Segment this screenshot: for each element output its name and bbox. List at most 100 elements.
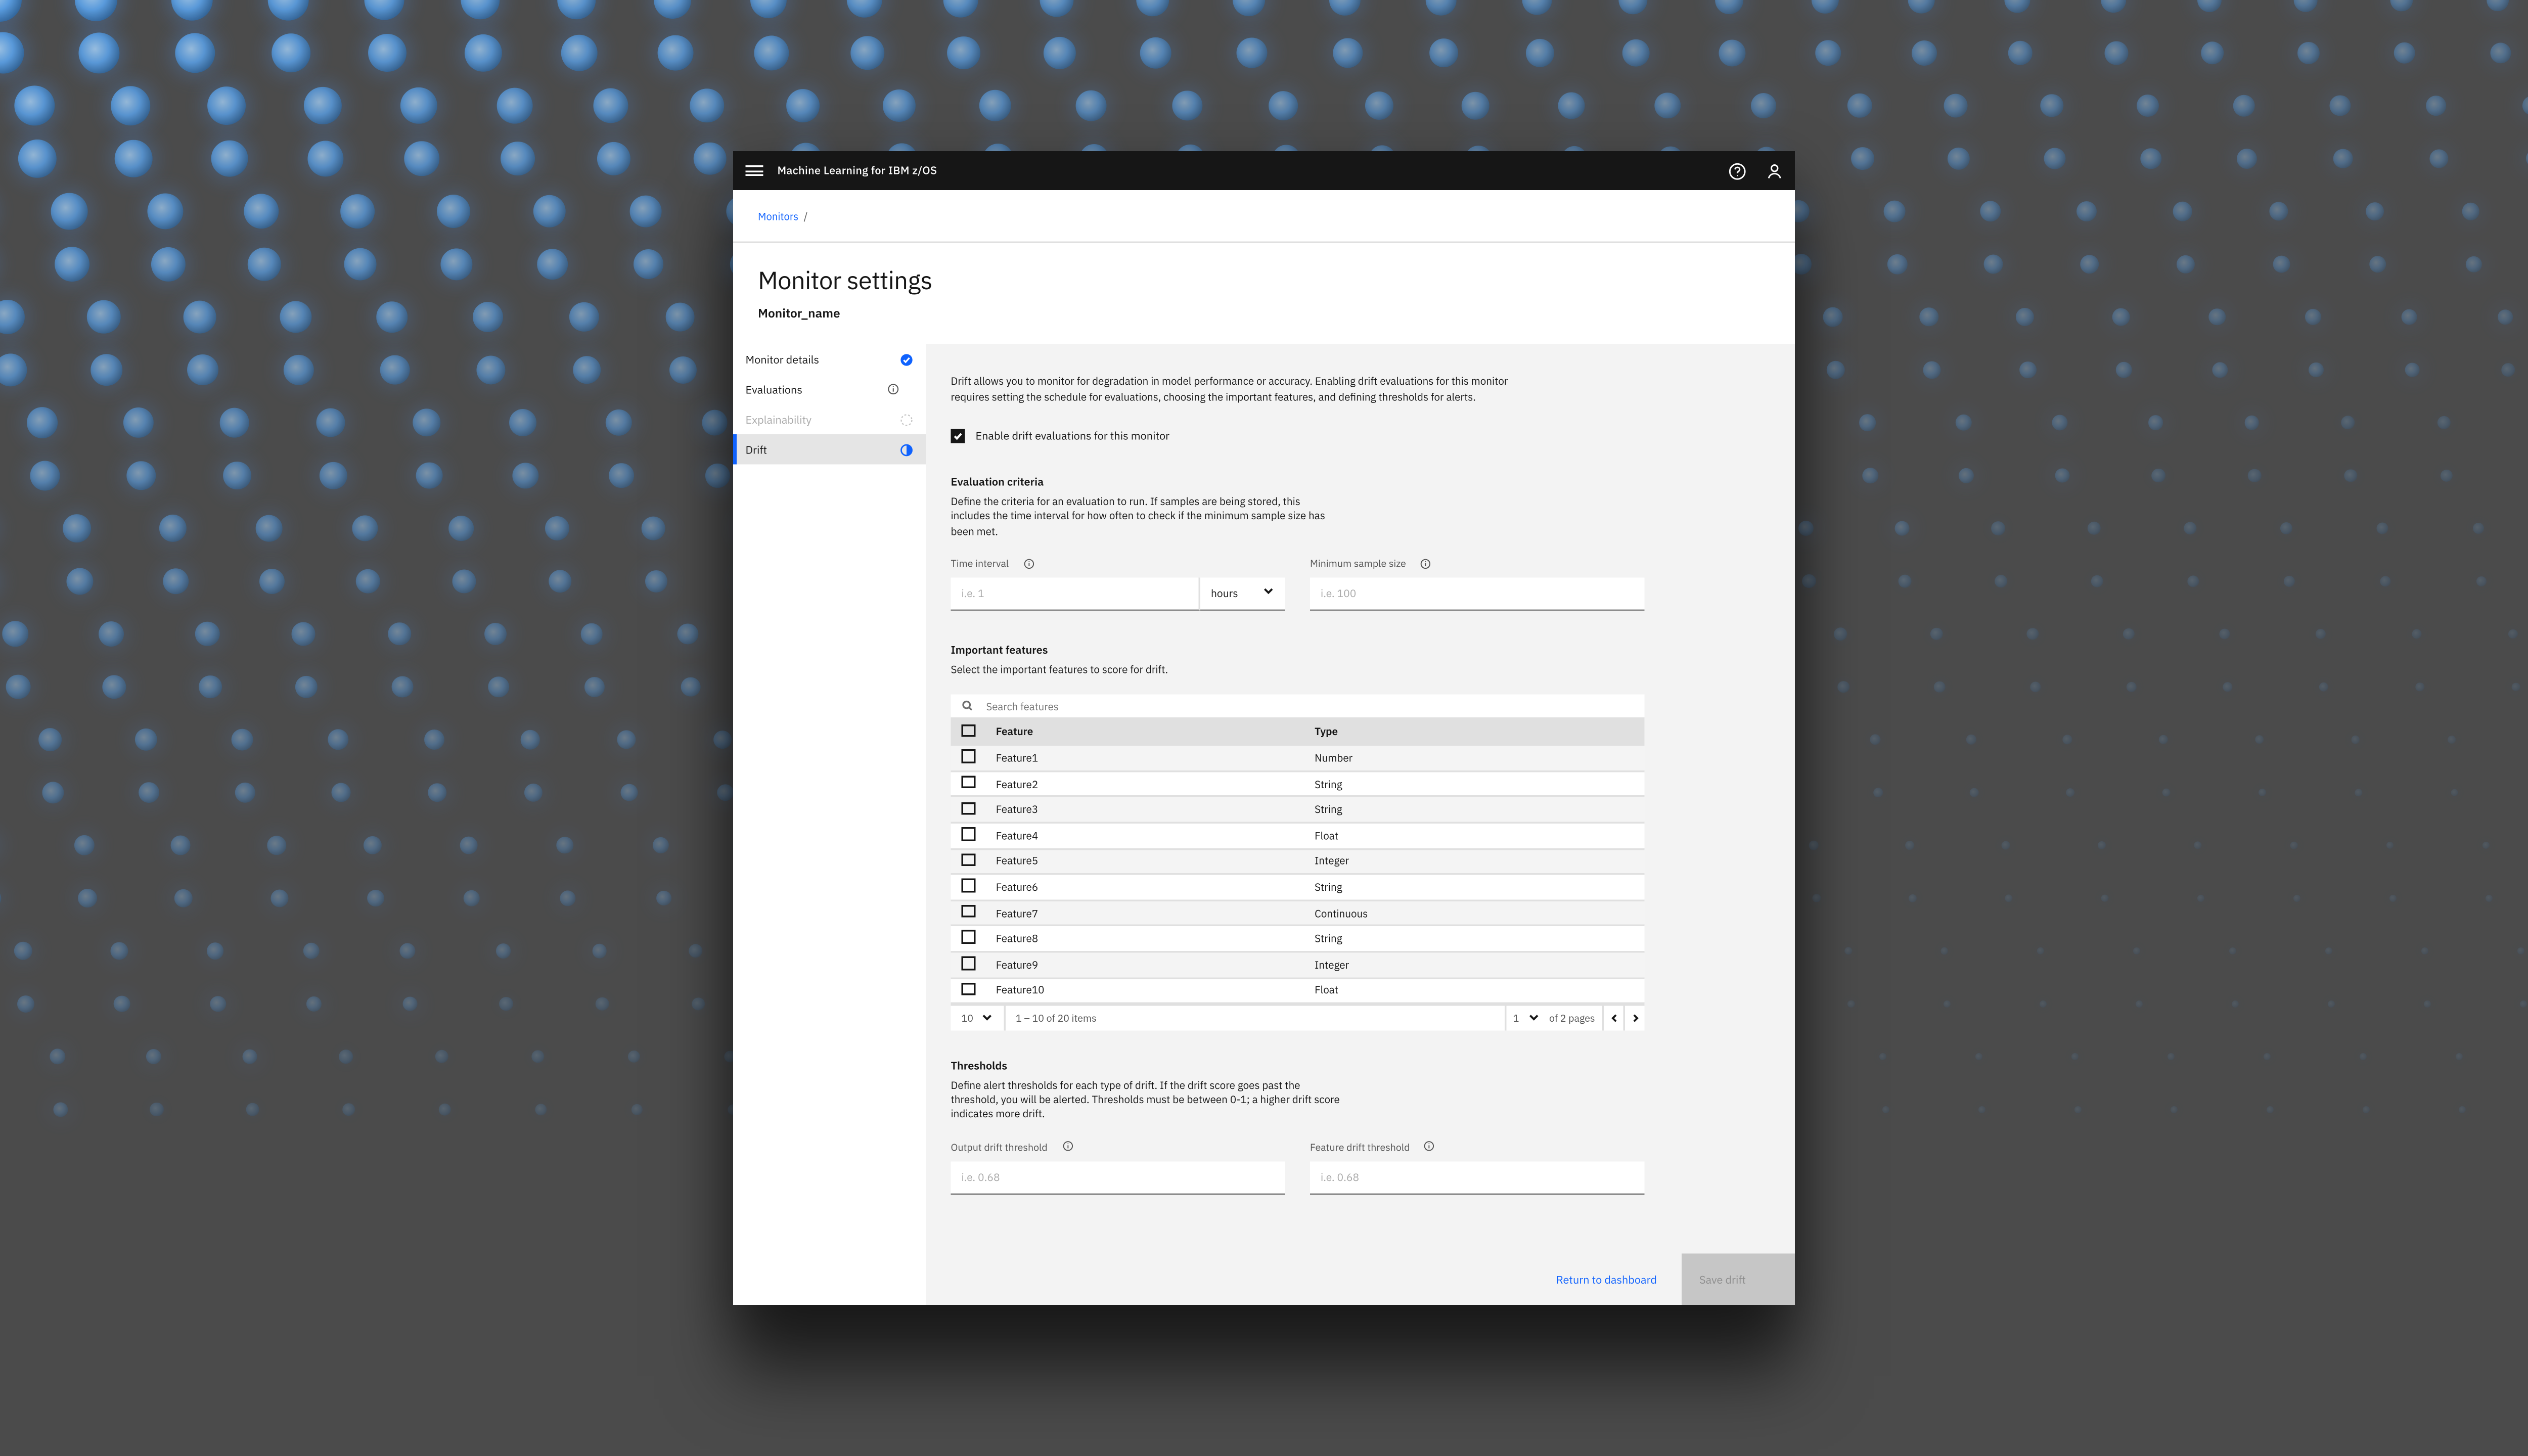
time-unit-value: hours bbox=[1211, 586, 1238, 601]
sidebar-status-icon bbox=[899, 352, 914, 366]
drift-settings-panel: Drift allows you to monitor for degradat… bbox=[926, 344, 1795, 1305]
table-row[interactable]: Feature6String bbox=[951, 875, 1645, 900]
type-col-header: Type bbox=[1304, 719, 1644, 745]
hamburger-icon[interactable] bbox=[746, 162, 763, 179]
table-row[interactable]: Feature4Float bbox=[951, 823, 1645, 848]
breadcrumb: Monitors / bbox=[733, 190, 1795, 243]
return-dashboard-link[interactable]: Return to dashboard bbox=[1531, 1254, 1682, 1305]
breadcrumb-separator: / bbox=[804, 209, 808, 223]
page-title-block: Monitor settings Monitor_name bbox=[733, 243, 1795, 344]
row-type: Continuous bbox=[1304, 900, 1644, 926]
min-sample-label: Minimum sample size bbox=[1310, 556, 1406, 570]
sidebar-item-evaluations[interactable]: Evaluations bbox=[733, 374, 926, 404]
per-page-select[interactable]: 10 bbox=[951, 1006, 1006, 1030]
row-feature: Feature4 bbox=[985, 823, 1304, 848]
info-icon[interactable] bbox=[887, 383, 900, 396]
pager-next[interactable] bbox=[1623, 1006, 1645, 1030]
table-row[interactable]: Feature8String bbox=[951, 926, 1645, 952]
row-feature: Feature2 bbox=[985, 771, 1304, 797]
features-search-input[interactable] bbox=[983, 697, 1634, 715]
features-pager: 10 1 – 10 of 20 items 1 of 2 pages bbox=[951, 1005, 1645, 1030]
thresholds-heading: Thresholds bbox=[951, 1059, 1645, 1073]
page-subtitle: Monitor_name bbox=[758, 305, 1770, 322]
row-checkbox[interactable] bbox=[951, 978, 985, 1004]
app-window: Machine Learning for IBM z/OS Monitors /… bbox=[733, 151, 1795, 1305]
select-all-header[interactable] bbox=[951, 719, 985, 745]
sidebar-status-icon bbox=[899, 412, 914, 426]
row-type: String bbox=[1304, 875, 1644, 900]
row-checkbox[interactable] bbox=[951, 771, 985, 797]
app-header: Machine Learning for IBM z/OS bbox=[733, 151, 1795, 190]
features-table: Feature Type Feature1NumberFeature2Strin… bbox=[951, 719, 1645, 1005]
row-type: Float bbox=[1304, 823, 1644, 848]
sidebar-item-label: Monitor details bbox=[746, 352, 900, 366]
output-threshold-input[interactable] bbox=[951, 1161, 1286, 1195]
table-row[interactable]: Feature2String bbox=[951, 771, 1645, 797]
sidebar-status-icon bbox=[899, 442, 914, 457]
table-row[interactable]: Feature1Number bbox=[951, 745, 1645, 771]
evaluation-criteria-heading: Evaluation criteria bbox=[951, 475, 1645, 489]
info-icon[interactable] bbox=[1424, 1141, 1436, 1153]
row-feature: Feature10 bbox=[985, 978, 1304, 1004]
row-type: Integer bbox=[1304, 849, 1644, 875]
row-checkbox[interactable] bbox=[951, 849, 985, 875]
important-features-heading: Important features bbox=[951, 643, 1645, 657]
page-select[interactable]: 1 of 2 pages bbox=[1504, 1006, 1602, 1030]
row-feature: Feature5 bbox=[985, 849, 1304, 875]
info-icon[interactable] bbox=[1023, 558, 1034, 569]
row-type: Integer bbox=[1304, 952, 1644, 978]
features-table-wrap: Feature Type Feature1NumberFeature2Strin… bbox=[951, 695, 1645, 1030]
help-icon[interactable] bbox=[1728, 161, 1747, 180]
enable-drift-row[interactable]: Enable drift evaluations for this monito… bbox=[951, 429, 1645, 443]
row-type: String bbox=[1304, 797, 1644, 823]
sidebar-status-icon bbox=[899, 382, 914, 396]
per-page-value: 10 bbox=[962, 1011, 974, 1025]
row-feature: Feature7 bbox=[985, 900, 1304, 926]
enable-drift-checkbox[interactable] bbox=[951, 429, 965, 443]
panel-footer: Return to dashboard Save drift bbox=[1531, 1254, 1795, 1305]
sidebar-item-label: Drift bbox=[746, 442, 900, 457]
sidebar-item-explainability[interactable]: Explainability bbox=[733, 404, 926, 435]
chevron-down-icon bbox=[1262, 585, 1275, 602]
pager-range: 1 – 10 of 20 items bbox=[1005, 1011, 1504, 1025]
time-unit-select[interactable]: hours bbox=[1200, 577, 1285, 611]
row-type: Number bbox=[1304, 745, 1644, 771]
feature-col-header: Feature bbox=[985, 719, 1304, 745]
product-title: Machine Learning for IBM z/OS bbox=[778, 164, 937, 178]
feature-threshold-label: Feature drift threshold bbox=[1310, 1140, 1410, 1154]
row-checkbox[interactable] bbox=[951, 926, 985, 952]
sidebar-item-monitor-details[interactable]: Monitor details bbox=[733, 344, 926, 375]
row-type: Float bbox=[1304, 978, 1644, 1004]
save-drift-button[interactable]: Save drift bbox=[1682, 1254, 1795, 1305]
user-icon[interactable] bbox=[1765, 161, 1785, 180]
row-checkbox[interactable] bbox=[951, 745, 985, 771]
row-feature: Feature1 bbox=[985, 745, 1304, 771]
features-search[interactable] bbox=[951, 695, 1645, 719]
evaluation-criteria-desc: Define the criteria for an evaluation to… bbox=[951, 494, 1340, 538]
row-checkbox[interactable] bbox=[951, 952, 985, 978]
info-icon[interactable] bbox=[1420, 558, 1432, 569]
row-type: String bbox=[1304, 771, 1644, 797]
row-type: String bbox=[1304, 926, 1644, 952]
row-checkbox[interactable] bbox=[951, 875, 985, 900]
pager-prev[interactable] bbox=[1602, 1006, 1623, 1030]
settings-sidebar: Monitor details EvaluationsExplainability… bbox=[733, 344, 926, 1305]
page-value: 1 bbox=[1513, 1011, 1519, 1025]
row-checkbox[interactable] bbox=[951, 797, 985, 823]
table-row[interactable]: Feature10Float bbox=[951, 978, 1645, 1004]
feature-threshold-input[interactable] bbox=[1310, 1161, 1645, 1195]
sidebar-item-drift[interactable]: Drift bbox=[733, 434, 926, 465]
row-checkbox[interactable] bbox=[951, 823, 985, 848]
table-row[interactable]: Feature9Integer bbox=[951, 952, 1645, 978]
table-row[interactable]: Feature3String bbox=[951, 797, 1645, 823]
table-row[interactable]: Feature7Continuous bbox=[951, 900, 1645, 926]
breadcrumb-root[interactable]: Monitors bbox=[758, 209, 798, 223]
chevron-down-icon bbox=[1528, 1010, 1541, 1026]
info-icon[interactable] bbox=[1062, 1141, 1073, 1153]
of-pages: of 2 pages bbox=[1549, 1011, 1595, 1025]
min-sample-input[interactable] bbox=[1310, 577, 1645, 611]
time-interval-input[interactable] bbox=[951, 577, 1201, 611]
table-row[interactable]: Feature5Integer bbox=[951, 849, 1645, 875]
row-checkbox[interactable] bbox=[951, 900, 985, 926]
enable-drift-label: Enable drift evaluations for this monito… bbox=[976, 429, 1170, 443]
